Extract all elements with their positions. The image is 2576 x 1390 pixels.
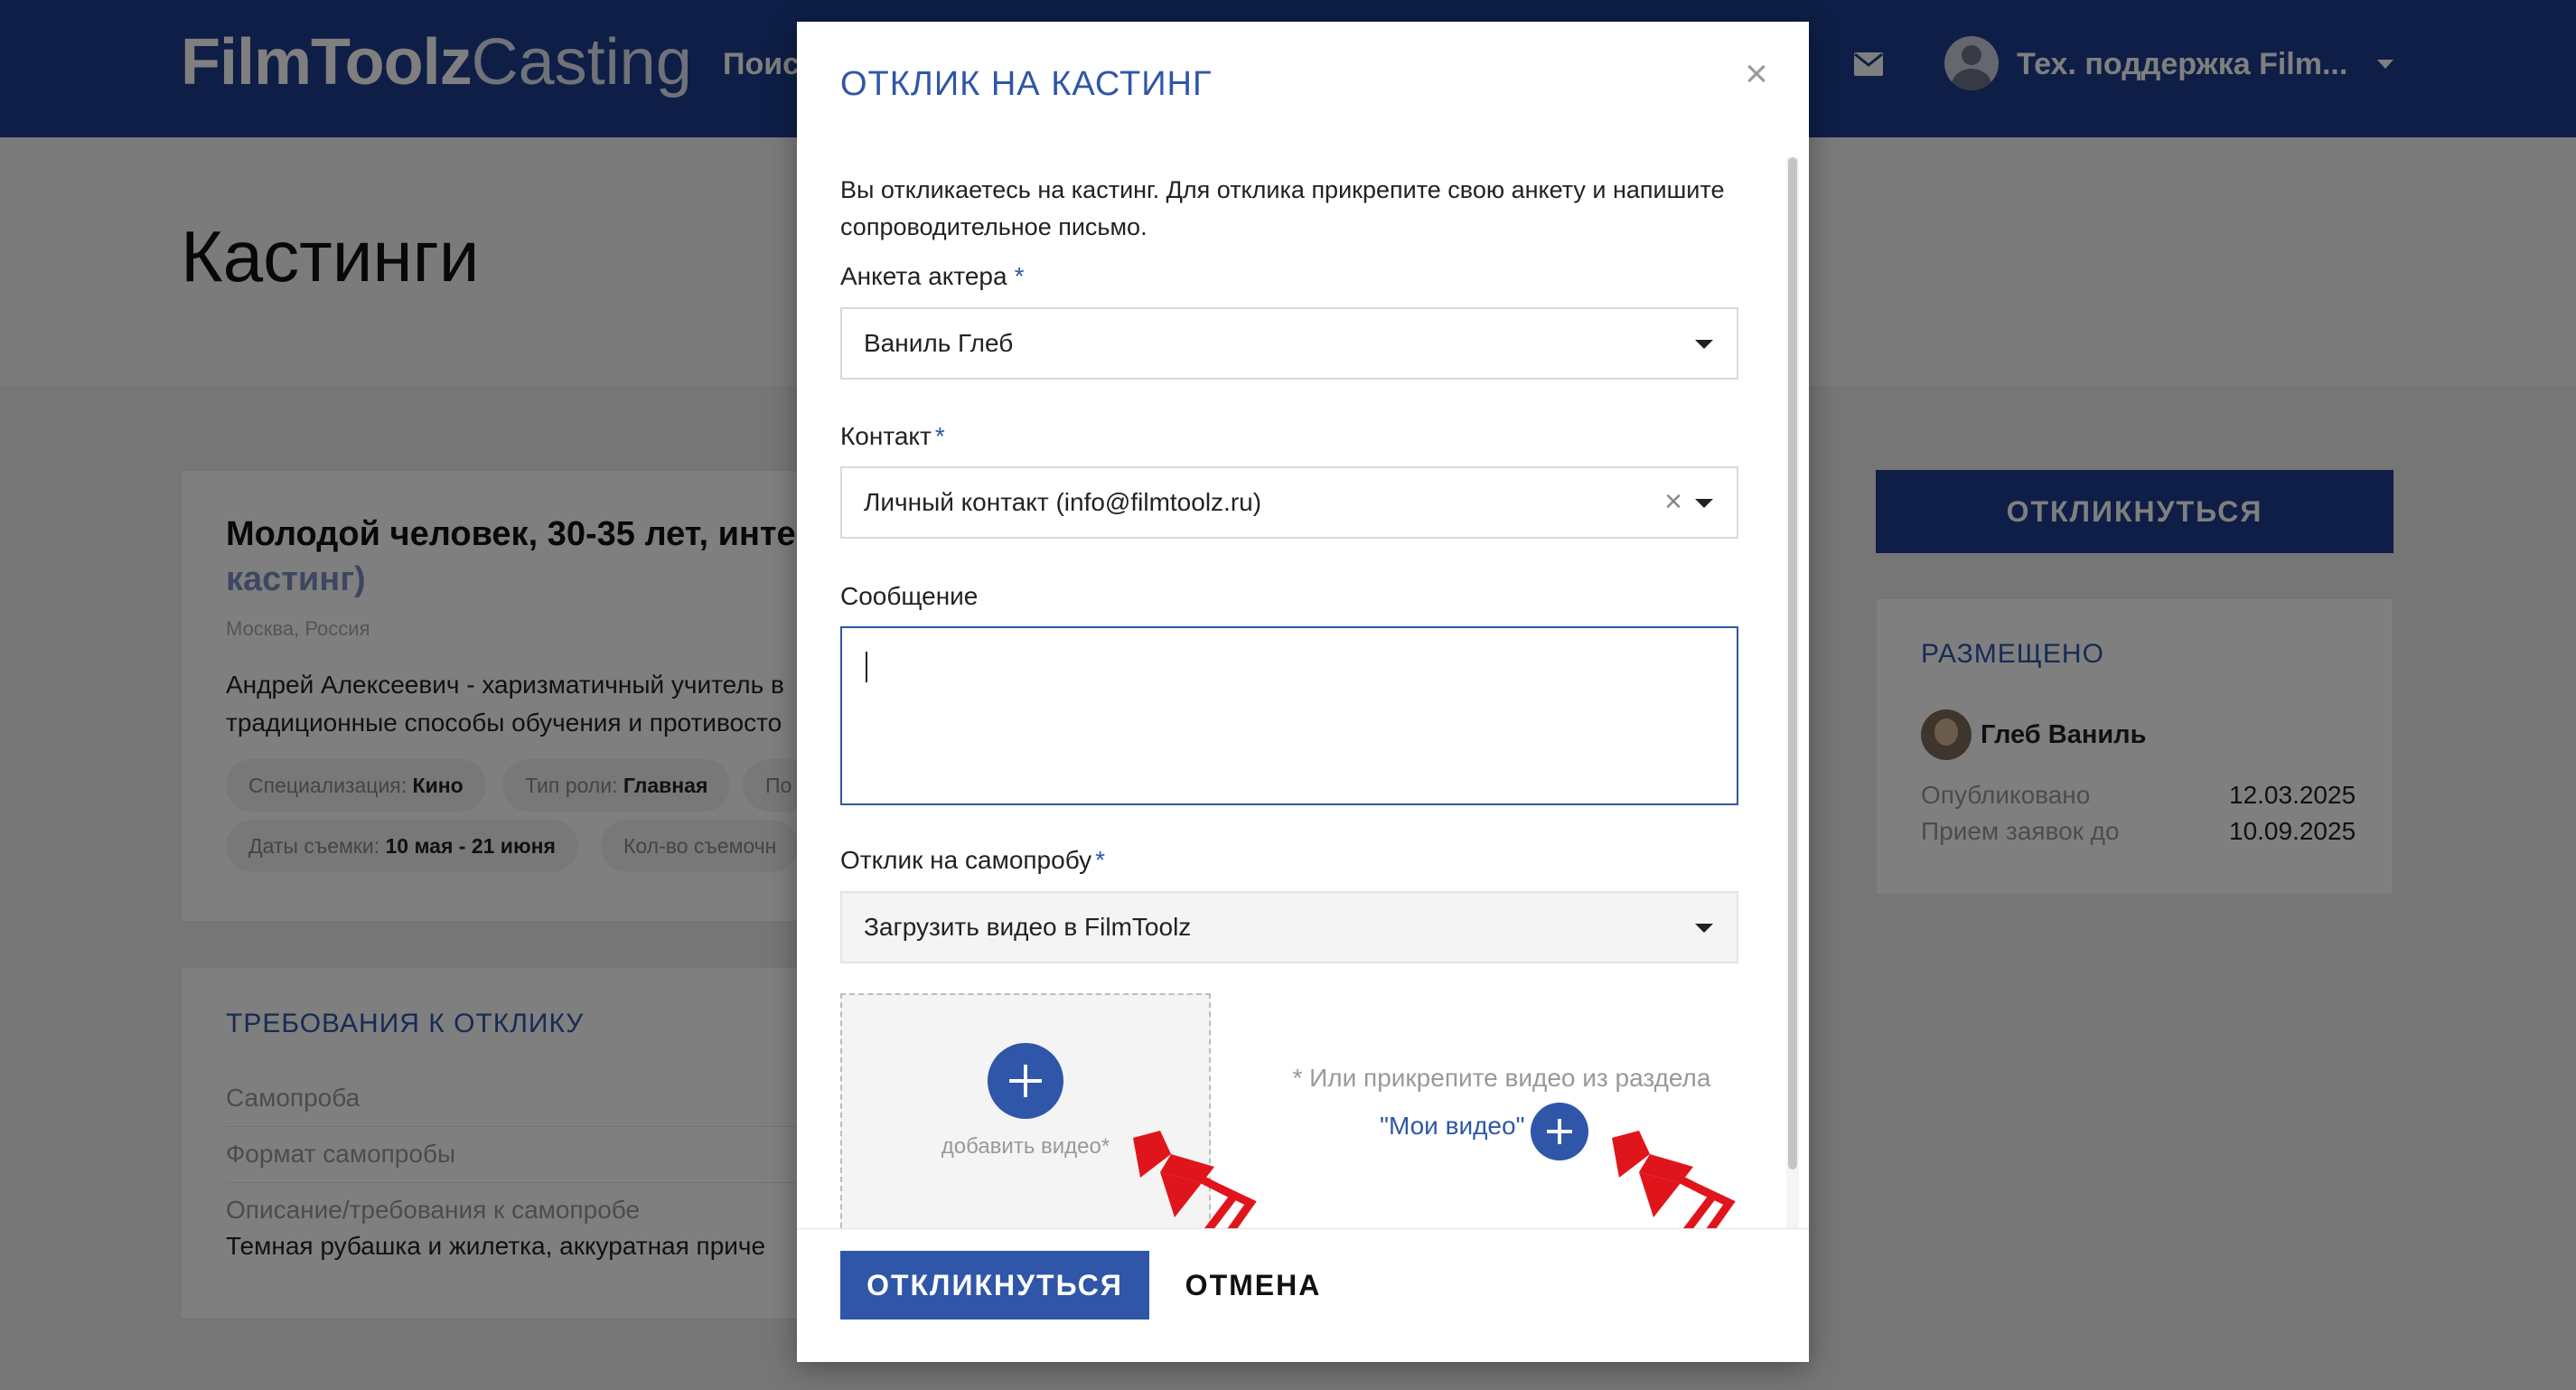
chevron-down-icon[interactable] — [1695, 499, 1713, 508]
contact-select-value: Личный контакт (info@filmtoolz.ru) — [864, 488, 1262, 516]
my-videos-link[interactable]: "Мои видео" — [1380, 1112, 1525, 1141]
profile-select-value: Ваниль Глеб — [864, 329, 1014, 357]
divider — [797, 1228, 1809, 1229]
contact-select[interactable]: Личный контакт (info@filmtoolz.ru) × — [840, 466, 1738, 539]
message-textarea[interactable] — [840, 626, 1738, 805]
modal-body[interactable]: Вы откликаетесь на кастинг. Для отклика … — [797, 157, 1809, 1228]
required-mark: * — [934, 422, 945, 450]
profile-select[interactable]: Ваниль Глеб — [840, 307, 1738, 380]
close-icon[interactable]: × — [1737, 54, 1776, 94]
profile-label-text: Анкета актера — [840, 262, 1007, 290]
chevron-down-icon[interactable] — [1695, 340, 1713, 349]
chevron-down-icon[interactable] — [1695, 924, 1713, 933]
text-cursor — [866, 652, 867, 682]
annotation-arrow-icon — [1612, 1131, 1736, 1228]
modal-title: ОТКЛИК НА КАСТИНГ — [840, 65, 1213, 103]
add-video-plus-icon[interactable] — [988, 1043, 1063, 1119]
message-label: Сообщение — [840, 582, 979, 610]
add-my-video-plus-icon[interactable] — [1531, 1103, 1588, 1160]
selftape-label-text: Отклик на самопробу — [840, 846, 1092, 874]
submit-response-button[interactable]: ОТКЛИКНУТЬСЯ — [840, 1251, 1149, 1320]
annotation-arrow-icon — [1133, 1131, 1257, 1228]
required-mark: * — [1095, 846, 1106, 874]
selftape-select[interactable]: Загрузить видео в FilmToolz — [840, 891, 1738, 963]
contact-label: Контакт * — [840, 422, 945, 451]
selftape-select-value: Загрузить видео в FilmToolz — [864, 913, 1192, 941]
attach-alt-text: * Или прикрепите видео из раздела — [1292, 1064, 1711, 1092]
clear-icon[interactable]: × — [1664, 486, 1682, 517]
modal-scrollbar-thumb[interactable] — [1788, 157, 1797, 1169]
profile-label: Анкета актера * — [840, 262, 1024, 291]
required-mark: * — [1014, 262, 1025, 290]
cancel-button[interactable]: ОТМЕНА — [1176, 1251, 1330, 1320]
casting-response-modal: ОТКЛИК НА КАСТИНГ × Вы откликаетесь на к… — [797, 22, 1809, 1362]
selftape-label: Отклик на самопробу * — [840, 846, 1105, 875]
contact-label-text: Контакт — [840, 422, 932, 450]
modal-intro-text: Вы откликаетесь на кастинг. Для отклика … — [840, 176, 1725, 240]
